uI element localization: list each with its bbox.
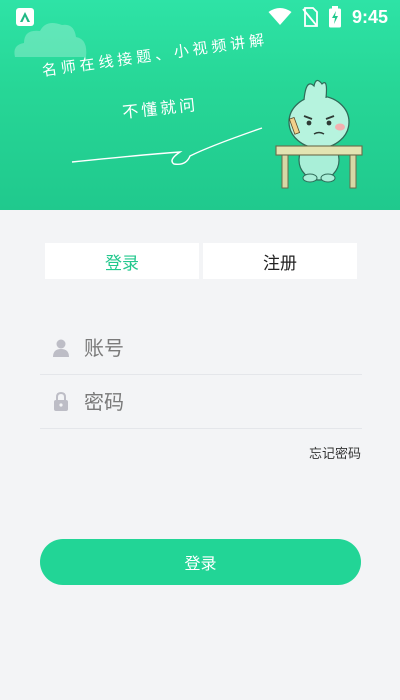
tab-register[interactable]: 注册 bbox=[203, 243, 357, 279]
wifi-icon bbox=[268, 8, 292, 25]
hero-banner: 9:45 名师在线接题、小视频讲解 不懂就问 bbox=[0, 0, 400, 210]
account-field bbox=[40, 321, 362, 375]
swirl-decoration bbox=[71, 127, 263, 166]
lock-icon bbox=[50, 391, 72, 413]
mascot-illustration bbox=[275, 79, 363, 189]
account-input[interactable] bbox=[84, 335, 344, 360]
forgot-password-link[interactable]: 忘记密码 bbox=[309, 443, 361, 462]
app-icon bbox=[16, 8, 34, 26]
no-sim-icon bbox=[302, 7, 318, 27]
user-icon bbox=[50, 337, 72, 359]
tab-login[interactable]: 登录 bbox=[45, 243, 199, 279]
auth-tabs: 登录 注册 bbox=[45, 243, 357, 279]
status-bar: 9:45 bbox=[0, 0, 400, 34]
password-input[interactable] bbox=[84, 389, 344, 414]
battery-charging-icon bbox=[328, 6, 341, 28]
password-field bbox=[40, 375, 362, 429]
slogan-line-2: 不懂就问 bbox=[121, 95, 199, 122]
status-time: 9:45 bbox=[351, 6, 388, 27]
login-button[interactable]: 登录 bbox=[40, 539, 361, 585]
